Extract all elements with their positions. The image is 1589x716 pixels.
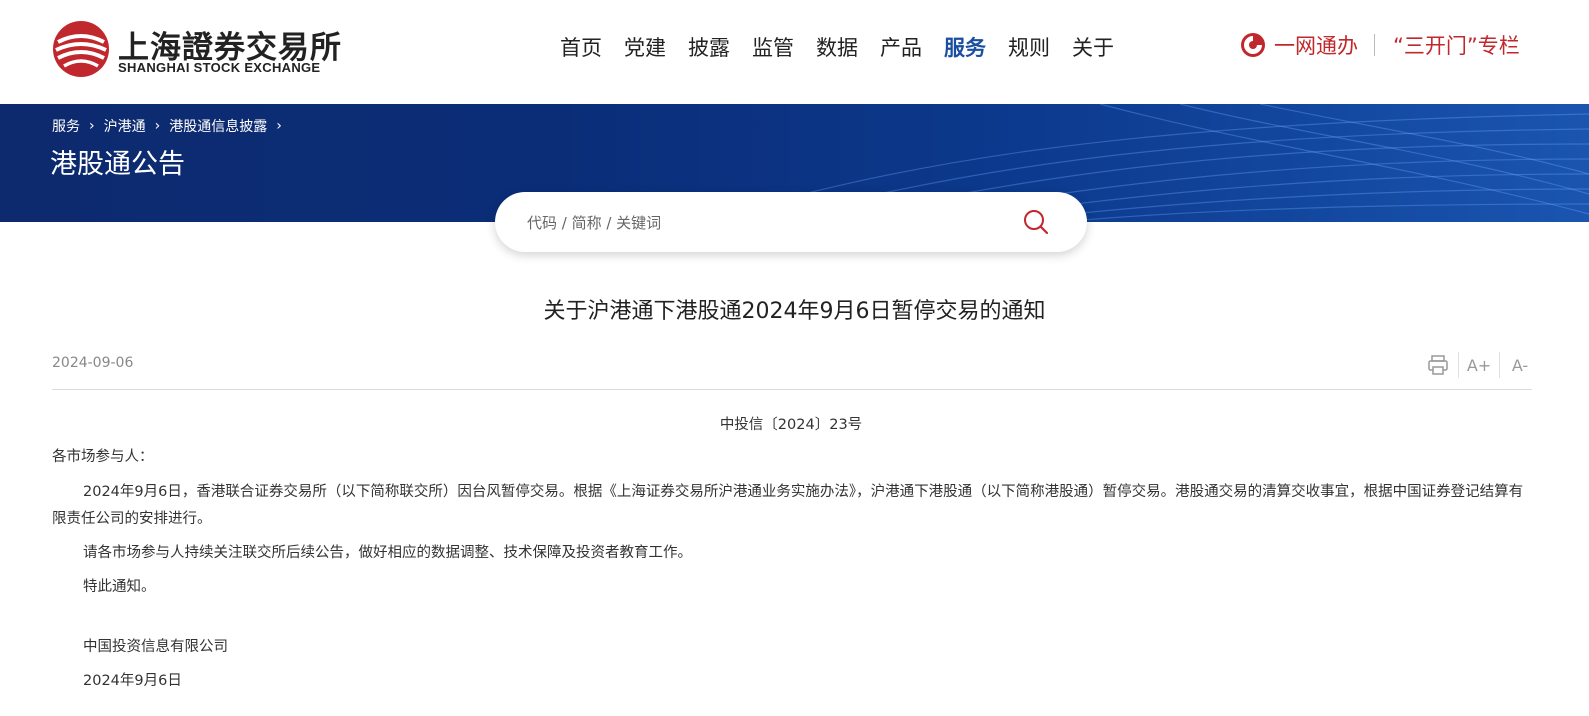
sse-logo-icon	[53, 21, 109, 77]
document-number: 中投信〔2024〕23号	[719, 417, 863, 433]
breadcrumb-services[interactable]: 服务	[52, 116, 80, 136]
nav-about[interactable]: 关于	[1072, 32, 1114, 62]
nav-party[interactable]: 党建	[624, 32, 666, 62]
site-header: 上海證券交易所 SHANGHAI STOCK EXCHANGE 首页 党建 披露…	[0, 0, 1589, 104]
signature: 中国投资信息有限公司	[83, 639, 228, 655]
article-tools: A+ A-	[1426, 352, 1532, 378]
chevron-right-icon: ›	[276, 118, 282, 134]
breadcrumb-hk-disclosure[interactable]: 港股通信息披露	[169, 116, 267, 136]
header-divider	[1374, 34, 1375, 56]
sse-logo[interactable]: 上海證券交易所 SHANGHAI STOCK EXCHANGE	[52, 20, 342, 80]
nav-disclosure[interactable]: 披露	[688, 32, 730, 62]
sign-date: 2024年9月6日	[83, 673, 182, 689]
search-box	[495, 192, 1087, 252]
one-network-link[interactable]: 一网通办	[1274, 30, 1358, 60]
article-date: 2024-09-06	[52, 355, 134, 371]
header-right-links: 一网通办 “三开门”专栏	[1240, 30, 1520, 60]
font-decrease-button[interactable]: A-	[1508, 353, 1532, 377]
print-icon[interactable]	[1426, 353, 1450, 377]
font-increase-button[interactable]: A+	[1467, 353, 1491, 377]
nav-data[interactable]: 数据	[816, 32, 858, 62]
article-title: 关于沪港通下港股通2024年9月6日暂停交易的通知	[543, 299, 1046, 324]
three-doors-column-link[interactable]: “三开门”专栏	[1393, 30, 1520, 60]
closing-text: 特此通知。	[83, 579, 156, 595]
search-input[interactable]	[525, 207, 1009, 239]
page-title: 港股通公告	[50, 149, 185, 180]
breadcrumb-shhk-connect[interactable]: 沪港通	[104, 116, 146, 136]
search-icon[interactable]	[1021, 207, 1051, 237]
body-paragraph-2: 请各市场参与人持续关注联交所后续公告，做好相应的数据调整、技术保障及投资者教育工…	[83, 545, 692, 561]
tool-divider	[1499, 352, 1500, 378]
body-paragraph-1: 2024年9月6日，香港联合证券交易所（以下简称联交所）因台风暂停交易。根据《上…	[52, 484, 1524, 527]
nav-rules[interactable]: 规则	[1008, 32, 1050, 62]
nav-services[interactable]: 服务	[944, 32, 986, 62]
main-nav: 首页 党建 披露 监管 数据 产品 服务 规则 关于	[560, 32, 1136, 62]
tool-divider	[1458, 352, 1459, 378]
article-meta: 2024-09-06 A+ A-	[52, 352, 1532, 390]
chevron-right-icon: ›	[154, 118, 161, 134]
logo-english-name: SHANGHAI STOCK EXCHANGE	[118, 60, 321, 75]
nav-home[interactable]: 首页	[560, 32, 602, 62]
nav-products[interactable]: 产品	[880, 32, 922, 62]
salutation: 各市场参与人：	[52, 449, 154, 465]
chevron-right-icon: ›	[89, 118, 95, 134]
breadcrumb: 服务 › 沪港通 › 港股通信息披露 ›	[52, 116, 291, 136]
nav-supervision[interactable]: 监管	[752, 32, 794, 62]
one-network-icon	[1241, 33, 1265, 57]
